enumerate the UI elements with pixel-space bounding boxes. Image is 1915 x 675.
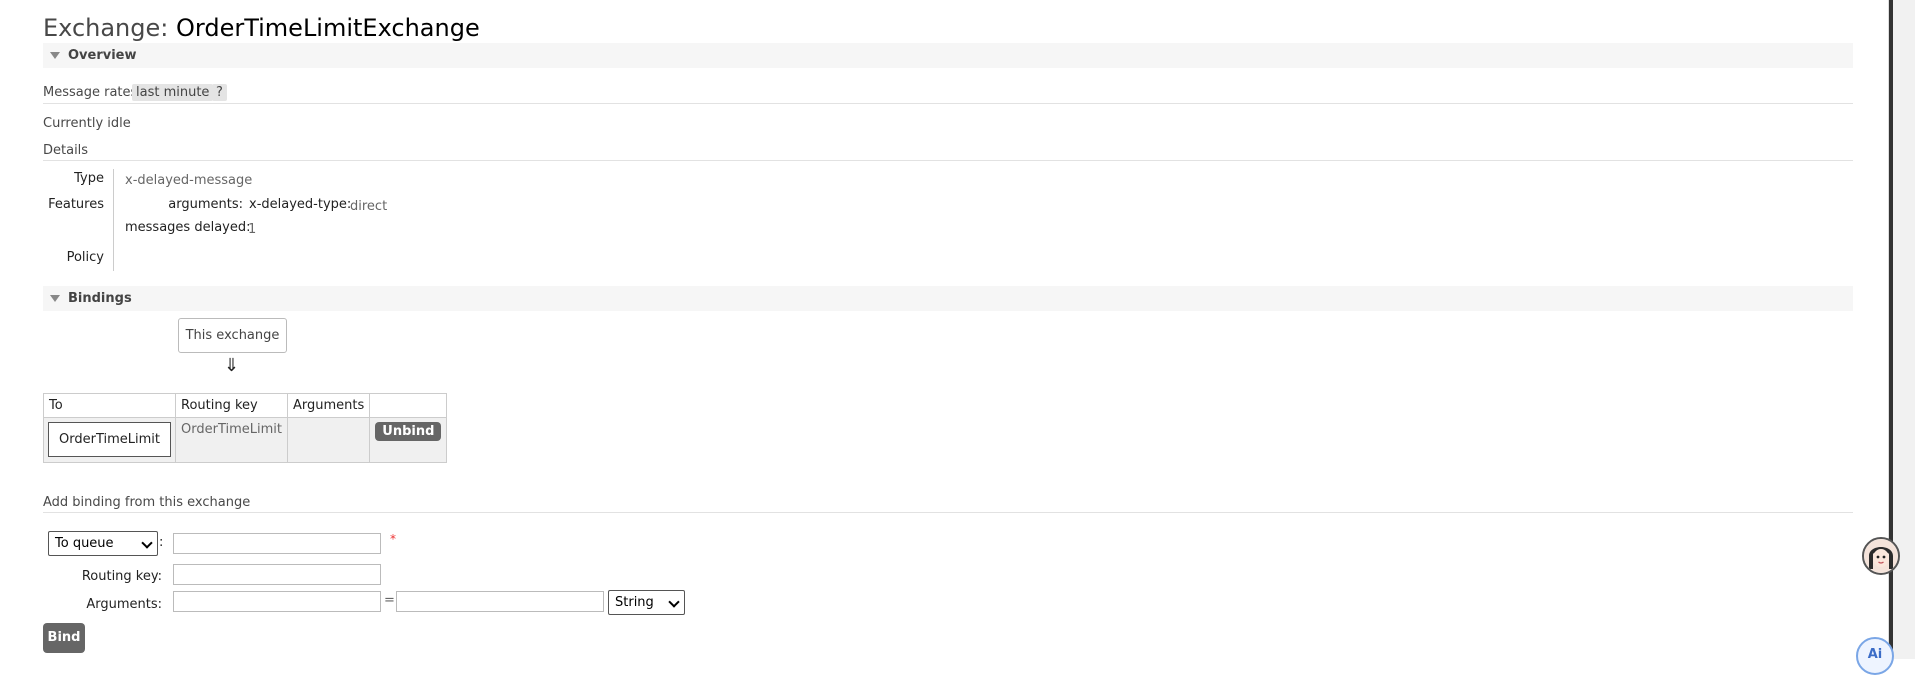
unbind-button[interactable]: Unbind <box>375 422 442 441</box>
overview-section-title: Overview <box>68 48 137 63</box>
destination-input[interactable] <box>173 533 381 554</box>
chevron-down-icon <box>141 537 153 549</box>
bindings-table: To Routing key Arguments OrderTimeLimit … <box>43 393 448 463</box>
argument-key-input[interactable] <box>173 591 381 612</box>
equals-sign: = <box>384 593 395 608</box>
add-binding-title: Add binding from this exchange <box>43 495 251 510</box>
table-row: OrderTimeLimit OrderTimeLimit Unbind <box>43 417 448 463</box>
bindings-section-toggle[interactable]: Bindings <box>43 286 1853 311</box>
features-label: Features <box>48 197 104 212</box>
this-exchange-box: This exchange <box>178 318 287 353</box>
down-arrow-icon: ⇓ <box>224 355 240 376</box>
required-marker: * <box>390 532 396 546</box>
rate-period-selector[interactable]: last minute <box>132 84 214 101</box>
routing-key-cell: OrderTimeLimit <box>175 417 288 463</box>
action-cell: Unbind <box>369 417 448 463</box>
arguments-cell <box>286 417 371 463</box>
page-title-prefix: Exchange: <box>43 14 169 42</box>
queue-link[interactable]: OrderTimeLimit <box>48 422 171 457</box>
destination-type-value: To queue <box>55 536 114 551</box>
exchange-name: OrderTimeLimitExchange <box>176 14 480 42</box>
messages-delayed-label: messages delayed: <box>125 220 251 235</box>
column-header: Routing key <box>175 393 288 418</box>
argument-value-input[interactable] <box>396 591 604 612</box>
messages-delayed-value: 1 <box>248 222 257 237</box>
message-rates-label: Message rates <box>43 85 138 100</box>
this-exchange-label: This exchange <box>185 328 280 343</box>
ai-label: Ai <box>1867 647 1883 662</box>
delayed-type-value: direct <box>350 199 388 214</box>
collapse-triangle-icon <box>50 295 60 302</box>
idle-status: Currently idle <box>43 116 131 131</box>
ai-assistant-button[interactable]: Ai <box>1856 637 1894 675</box>
column-header: Arguments <box>286 393 371 418</box>
avatar-face-icon <box>1864 539 1898 573</box>
type-value: x-delayed-message <box>125 173 253 188</box>
argument-type-select[interactable]: String <box>608 590 685 615</box>
type-label: Type <box>74 171 104 186</box>
routing-key-input[interactable] <box>173 564 381 585</box>
binding-destination-cell: OrderTimeLimit <box>43 417 176 463</box>
page-title: Exchange: OrderTimeLimitExchange <box>43 14 480 42</box>
help-button[interactable]: ? <box>212 84 227 101</box>
divider <box>43 512 1853 513</box>
chevron-down-icon <box>668 596 680 608</box>
bindings-section-title: Bindings <box>68 291 132 306</box>
arguments-label: arguments: <box>168 197 243 212</box>
avatar-icon[interactable] <box>1862 537 1900 575</box>
policy-label: Policy <box>66 250 104 265</box>
bind-button[interactable]: Bind <box>43 623 85 653</box>
collapse-triangle-icon <box>50 52 60 59</box>
column-header: To <box>43 393 176 418</box>
details-title: Details <box>43 143 89 158</box>
delayed-type-key: x-delayed-type: <box>249 197 352 212</box>
arguments-label: Arguments: <box>86 597 162 612</box>
overview-section-toggle[interactable]: Overview <box>43 43 1853 68</box>
divider <box>43 103 1853 104</box>
divider <box>43 160 1853 161</box>
column-header <box>369 393 448 418</box>
destination-type-select[interactable]: To queue <box>48 531 158 556</box>
routing-key-label: Routing key: <box>81 569 162 584</box>
bindings-header-row: To Routing key Arguments <box>43 393 448 418</box>
argument-type-value: String <box>615 595 654 610</box>
details-separator <box>113 169 114 271</box>
colon-separator: : <box>159 535 164 550</box>
